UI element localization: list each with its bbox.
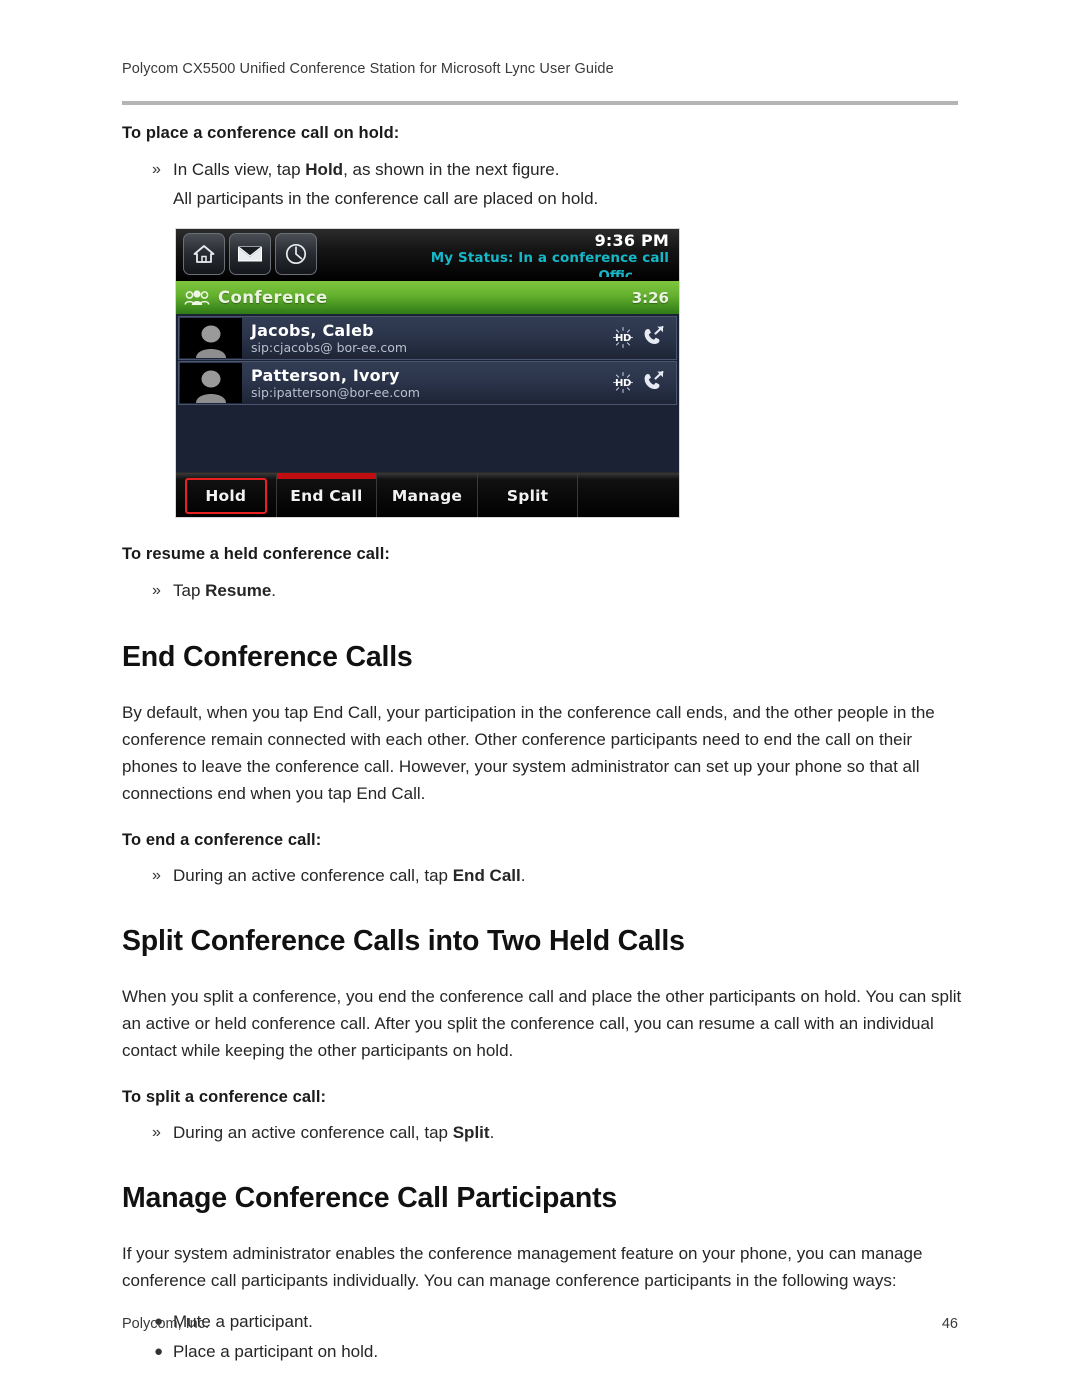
step-text-bold: Split: [452, 1123, 490, 1142]
step-text-prefix: Tap: [173, 581, 206, 600]
phone-participant-row[interactable]: Patterson, Ivory sip:ipatterson@bor-ee.c…: [178, 361, 677, 405]
phone-conference-bar: Conference 3:26: [176, 281, 679, 314]
phone-participant-row[interactable]: Jacobs, Caleb sip:cjacobs@ bor-ee.com HD: [178, 316, 677, 360]
footer-company: Polycom, Inc.: [122, 1316, 210, 1332]
step-text-bold: Hold: [305, 160, 344, 179]
participant-sip-address: sip:cjacobs@ bor-ee.com: [251, 339, 408, 355]
softkey-label: Split: [506, 487, 549, 505]
step-resume-held: » Tap Resume.: [122, 577, 962, 604]
softkey-empty[interactable]: [578, 473, 679, 517]
bullet-dot-icon: ●: [154, 1343, 164, 1360]
section-heading-split-conference-calls: Split Conference Calls into Two Held Cal…: [122, 925, 685, 957]
avatar: [180, 363, 242, 403]
running-header: Polycom CX5500 Unified Conference Statio…: [122, 61, 614, 77]
softkey-label: End Call: [290, 487, 363, 505]
chevron-bullet-icon: »: [152, 161, 161, 178]
recent-calls-icon[interactable]: [275, 233, 317, 275]
phone-conference-label: Conference: [218, 288, 328, 307]
step-text-prefix: During an active conference call, tap: [173, 1123, 453, 1142]
content-column: To place a conference call on hold: » In…: [122, 122, 962, 212]
hd-audio-icon: HD: [612, 371, 634, 395]
procedure-title-split-call: To split a conference call:: [122, 1088, 327, 1106]
step-split-call: » During an active conference call, tap …: [122, 1119, 962, 1146]
section-heading-manage-participants: Manage Conference Call Participants: [122, 1182, 618, 1214]
avatar: [180, 318, 242, 358]
step-place-on-hold: » In Calls view, tap Hold, as shown in t…: [122, 156, 962, 183]
participant-status-icons: HD: [612, 369, 676, 397]
participant-name: Jacobs, Caleb: [251, 320, 374, 340]
step-text-suffix: , as shown in the next figure.: [343, 160, 560, 179]
softkey-split[interactable]: Split: [477, 473, 579, 517]
chevron-bullet-icon: »: [152, 1124, 161, 1141]
phone-clock: 9:36 PM: [594, 231, 669, 250]
section-body-split-conference-calls: When you split a conference, you end the…: [122, 987, 962, 1060]
phone-participant-list: Jacobs, Caleb sip:cjacobs@ bor-ee.com HD…: [176, 314, 679, 472]
participant-text: Patterson, Ivory sip:ipatterson@bor-ee.c…: [242, 366, 612, 401]
hd-label: HD: [614, 332, 632, 344]
step-text-prefix: In Calls view, tap: [173, 160, 306, 179]
procedure-title-end-call: To end a conference call:: [122, 831, 322, 849]
document-page: Polycom CX5500 Unified Conference Statio…: [0, 0, 1080, 1397]
outgoing-call-icon: [640, 324, 666, 352]
procedure-title-resume-held: To resume a held conference call:: [122, 545, 391, 563]
hd-label: HD: [614, 377, 632, 389]
step-text-bold: End Call: [452, 866, 521, 885]
participant-text: Jacobs, Caleb sip:cjacobs@ bor-ee.com: [242, 321, 612, 356]
step-text-suffix: .: [271, 581, 277, 600]
outgoing-call-icon: [640, 369, 666, 397]
footer-page-number: 46: [941, 1316, 958, 1332]
participant-sip-address: sip:ipatterson@bor-ee.com: [251, 384, 420, 400]
section-heading-end-conference-calls: End Conference Calls: [122, 641, 413, 673]
section-body-manage-participants: If your system administrator enables the…: [122, 1244, 923, 1290]
chevron-bullet-icon: »: [152, 867, 161, 884]
content-column-lower: To resume a held conference call: » Tap …: [122, 543, 962, 1367]
conference-group-icon: [184, 288, 210, 308]
list-item-label: Place a participant on hold.: [173, 1342, 379, 1361]
section-body-end-conference-calls: By default, when you tap End Call, your …: [122, 703, 935, 803]
note-place-on-hold: All participants in the conference call …: [173, 189, 599, 208]
list-item: ● Place a participant on hold.: [122, 1337, 962, 1367]
home-icon[interactable]: [183, 233, 225, 275]
header-divider-rule: [122, 101, 958, 105]
softkey-label: Manage: [391, 487, 463, 505]
phone-my-status-clipped: Offic ...: [598, 268, 653, 277]
softkey-hold[interactable]: Hold: [176, 473, 277, 517]
step-end-call: » During an active conference call, tap …: [122, 862, 962, 889]
step-text-bold: Resume: [205, 581, 272, 600]
hd-audio-icon: HD: [612, 326, 634, 350]
softkey-label: Hold: [205, 487, 247, 505]
participant-status-icons: HD: [612, 324, 676, 352]
step-text-suffix: .: [489, 1123, 495, 1142]
procedure-title-place-on-hold: To place a conference call on hold:: [122, 124, 400, 142]
softkey-end-call[interactable]: End Call: [276, 473, 378, 517]
chevron-bullet-icon: »: [152, 582, 161, 599]
step-text-suffix: .: [520, 866, 526, 885]
phone-my-status[interactable]: My Status: In a conference call: [431, 250, 669, 266]
participant-name: Patterson, Ivory: [251, 365, 400, 385]
phone-status-bar: 9:36 PM My Status: In a conference call …: [176, 229, 679, 281]
phone-conference-timer: 3:26: [631, 288, 669, 307]
phone-softkey-bar: Hold End Call Manage Split: [176, 472, 679, 517]
softkey-manage[interactable]: Manage: [377, 473, 478, 517]
step-text-prefix: During an active conference call, tap: [173, 866, 453, 885]
message-icon[interactable]: [229, 233, 271, 275]
figure-calls-view-conference: 9:36 PM My Status: In a conference call …: [175, 228, 680, 518]
phone-icon-bar: [183, 233, 317, 275]
list-item: ● Mute a participant.: [122, 1307, 962, 1337]
